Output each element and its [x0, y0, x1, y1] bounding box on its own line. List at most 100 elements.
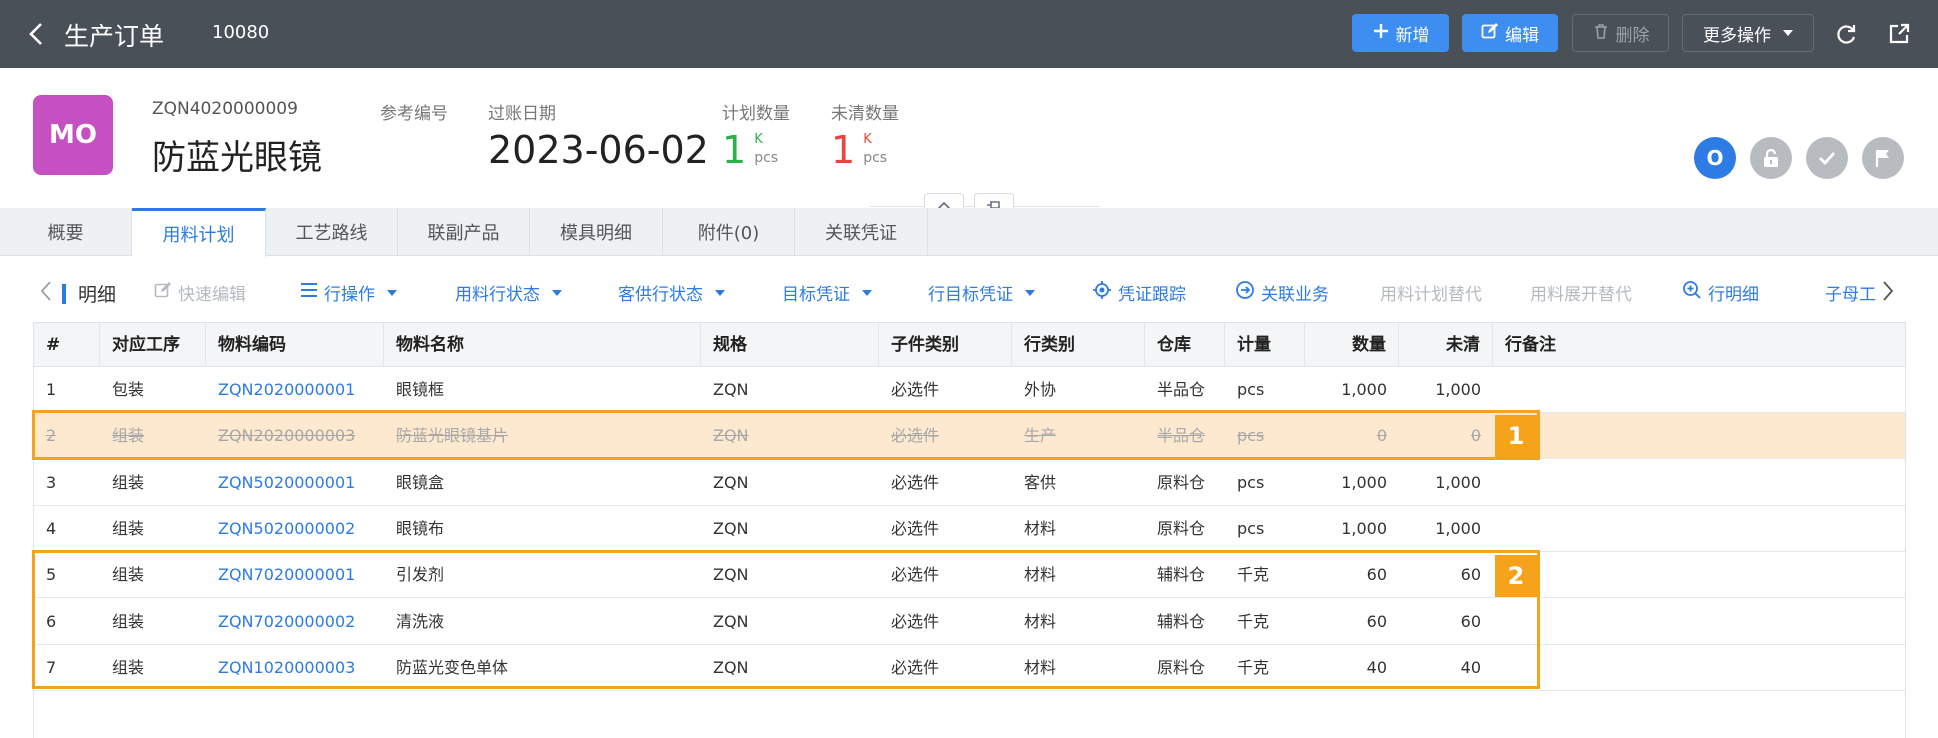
cell-sub-type: 必选件: [891, 426, 940, 446]
column-header[interactable]: 行备注: [1493, 323, 1907, 367]
detail-toolbar: 明细 快速编辑 行操作 用料行状态 客供行状态 目标凭证 行目标凭证 凭证跟踪 …: [0, 274, 1938, 312]
edit-icon: [1481, 22, 1499, 45]
open-qty-value: 1: [831, 128, 856, 172]
consign-row-status-dropdown[interactable]: 客供行状态: [618, 280, 725, 305]
cell-warehouse: 半品仓: [1157, 426, 1206, 446]
table-row[interactable]: 1 包装 ZQN2020000001 眼镜框 ZQN 必选件 外协 半品仓 pcs 1,000 1,…: [34, 367, 1905, 413]
cell-sub-type: 必选件: [891, 472, 940, 492]
cell-no: 5: [46, 565, 57, 585]
cell-process: 组装: [112, 472, 145, 492]
tab-mold-details[interactable]: 模具明细: [530, 208, 663, 256]
table-row[interactable]: 6 组装 ZQN7020000002 清洗液 ZQN 必选件 材料 辅料仓 千克 60 60: [34, 599, 1905, 645]
column-header[interactable]: 物料名称: [384, 323, 701, 367]
table-row[interactable]: 3 组装 ZQN5020000001 眼镜盒 ZQN 必选件 客供 原料仓 pcs 1,000 1,…: [34, 460, 1905, 506]
target-voucher-dropdown[interactable]: 目标凭证: [782, 280, 872, 305]
quick-edit-button[interactable]: 快速编辑: [154, 280, 246, 305]
cell-uom: pcs: [1237, 472, 1265, 492]
column-header[interactable]: 仓库: [1145, 323, 1225, 367]
scroll-left-icon[interactable]: [40, 280, 52, 302]
cell-process: 组装: [112, 657, 145, 677]
cell-code[interactable]: ZQN7020000001: [206, 552, 384, 598]
delete-button-label: 删除: [1615, 25, 1650, 46]
cell-uom: 千克: [1237, 611, 1270, 631]
new-button[interactable]: 新增: [1352, 14, 1449, 52]
cell-warehouse: 半品仓: [1157, 380, 1206, 399]
tab-attachments[interactable]: 附件(0): [663, 208, 795, 256]
product-name: 防蓝光眼镜: [152, 138, 322, 178]
cell-sub-type: 必选件: [891, 518, 940, 538]
planned-qty-value: 1: [722, 128, 747, 172]
plan-substitute-button[interactable]: 用料计划替代: [1380, 280, 1482, 305]
column-header[interactable]: 子件类别: [879, 323, 1012, 367]
posting-date-label: 过账日期: [488, 104, 556, 124]
cell-code[interactable]: ZQN5020000002: [206, 506, 384, 552]
new-button-label: 新增: [1395, 25, 1430, 46]
lock-icon[interactable]: [1750, 137, 1792, 179]
material-row-status-dropdown[interactable]: 用料行状态: [455, 280, 562, 305]
edit-button-label: 编辑: [1505, 25, 1539, 46]
table-row[interactable]: 2 组装 ZQN2020000003 防蓝光眼镜基片 ZQN 必选件 生产 半品仓 pcs 0 0: [34, 413, 1905, 460]
cell-spec: ZQN: [713, 380, 749, 399]
list-icon: [300, 282, 318, 303]
table-row[interactable]: 7 组装 ZQN1020000003 防蓝光变色单体 ZQN 必选件 材料 原料仓 千克 40 40: [34, 645, 1905, 691]
column-header[interactable]: 计量: [1225, 323, 1305, 367]
cell-spec: ZQN: [713, 657, 749, 677]
cell-code[interactable]: ZQN7020000002: [206, 599, 384, 645]
tab-by-products[interactable]: 联副产品: [398, 208, 530, 256]
material-plan-table: # 对应工序 物料编码 物料名称 规格 子件类别 行类别 仓库 计量 数量 未清…: [33, 322, 1906, 738]
planned-qty-label: 计划数量: [722, 104, 790, 124]
status-open-badge[interactable]: O: [1694, 137, 1736, 179]
column-header[interactable]: #: [34, 323, 100, 367]
row-target-voucher-dropdown[interactable]: 行目标凭证: [928, 280, 1035, 305]
cell-spec: ZQN: [713, 611, 749, 631]
open-external-icon[interactable]: [1885, 20, 1913, 48]
table-row[interactable]: 5 组装 ZQN7020000001 引发剂 ZQN 必选件 材料 辅料仓 千克 60 60: [34, 552, 1905, 599]
tab-overview[interactable]: 概要: [0, 208, 132, 256]
cell-name: 引发剂: [396, 565, 445, 585]
cell-code[interactable]: ZQN1020000003: [206, 645, 384, 691]
tab-routing[interactable]: 工艺路线: [266, 208, 398, 256]
column-header[interactable]: 行类别: [1012, 323, 1145, 367]
tab-related-vouchers[interactable]: 关联凭证: [795, 208, 928, 256]
cell-note: [1493, 645, 1907, 691]
open-qty-label: 未清数量: [831, 104, 899, 124]
cell-sub-type: 必选件: [891, 380, 940, 399]
more-actions-dropdown[interactable]: 更多操作: [1682, 14, 1814, 52]
flag-icon[interactable]: [1862, 137, 1904, 179]
cell-name: 防蓝光眼镜基片: [396, 426, 509, 446]
column-header[interactable]: 未清: [1399, 323, 1493, 367]
back-arrow-icon[interactable]: [22, 20, 50, 48]
column-header[interactable]: 对应工序: [100, 323, 206, 367]
check-icon[interactable]: [1806, 137, 1848, 179]
cell-warehouse: 辅料仓: [1157, 611, 1206, 631]
delete-button[interactable]: 删除: [1572, 14, 1669, 52]
column-header[interactable]: 数量: [1305, 323, 1399, 367]
plus-icon: [1372, 22, 1390, 45]
cell-uom: pcs: [1237, 518, 1265, 538]
cell-warehouse: 原料仓: [1157, 518, 1206, 538]
related-business-button[interactable]: 关联业务: [1235, 280, 1329, 305]
edit-button[interactable]: 编辑: [1462, 14, 1558, 52]
refresh-icon[interactable]: [1832, 20, 1860, 48]
row-operations-label: 行操作: [324, 285, 375, 305]
column-header[interactable]: 物料编码: [206, 323, 384, 367]
scroll-right-icon[interactable]: [1882, 280, 1894, 302]
table-row[interactable]: 4 组装 ZQN5020000002 眼镜布 ZQN 必选件 材料 原料仓 pcs 1,000 1,…: [34, 506, 1905, 552]
cell-no: 7: [46, 657, 57, 677]
voucher-trace-button[interactable]: 凭证跟踪: [1092, 280, 1186, 305]
row-detail-button[interactable]: 行明细: [1682, 280, 1759, 305]
cell-open: 1,000: [1435, 518, 1481, 538]
cell-uom: 千克: [1237, 657, 1270, 677]
sub-parent-button[interactable]: 子母工: [1825, 280, 1876, 305]
cell-spec: ZQN: [713, 472, 749, 492]
column-header[interactable]: 规格: [701, 323, 879, 367]
row-operations-dropdown[interactable]: 行操作: [300, 280, 397, 305]
cell-code[interactable]: ZQN2020000003: [206, 413, 384, 459]
target-icon: [1092, 280, 1112, 305]
cell-code[interactable]: ZQN2020000001: [206, 367, 384, 413]
expand-substitute-button[interactable]: 用料展开替代: [1530, 280, 1632, 305]
caret-down-icon: [552, 289, 562, 296]
tab-material-plan[interactable]: 用料计划: [132, 208, 266, 257]
cell-code[interactable]: ZQN5020000001: [206, 460, 384, 506]
caret-down-icon: [715, 289, 725, 296]
